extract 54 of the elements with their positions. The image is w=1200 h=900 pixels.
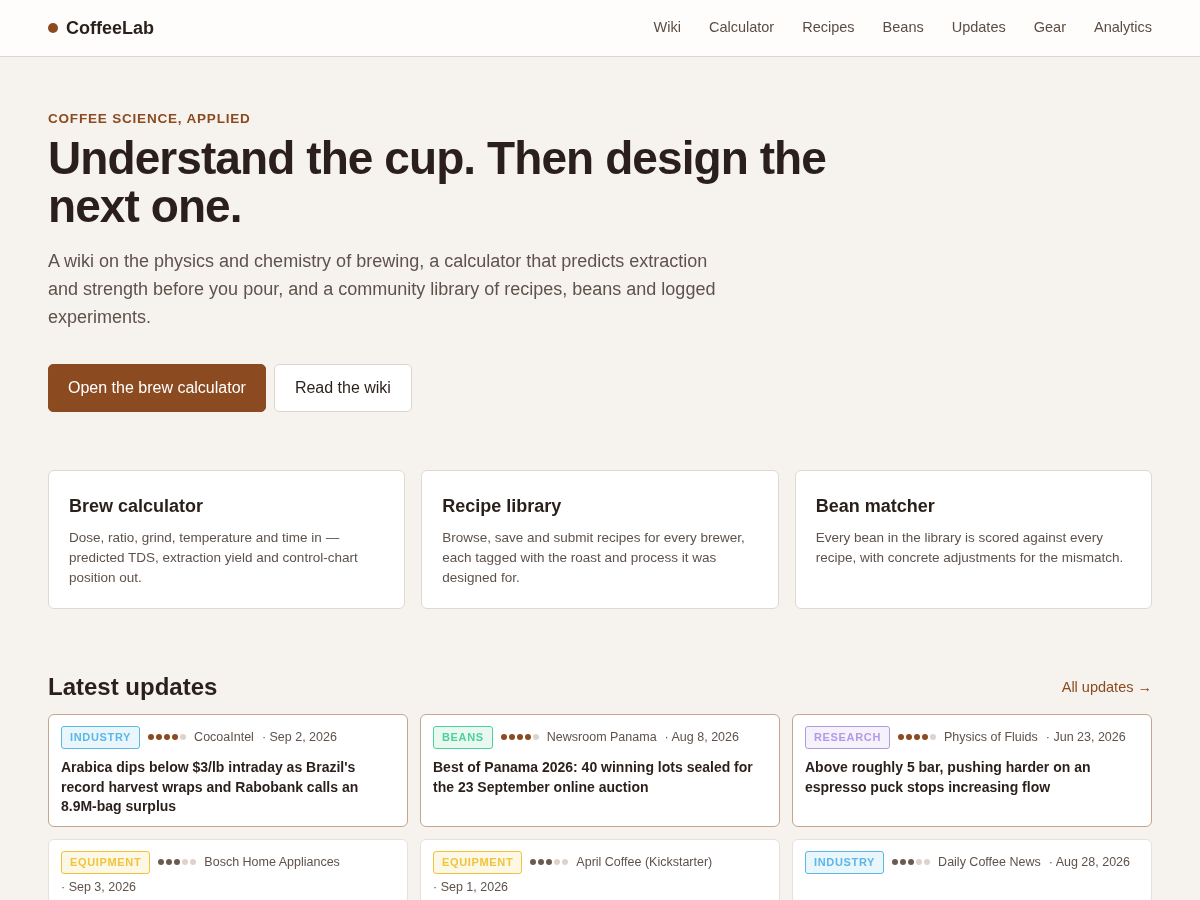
feature-title: Brew calculator (69, 494, 205, 518)
nav-link[interactable]: Beans (882, 17, 924, 39)
update-card[interactable]: RESEARCH Physics of Fluids · Jun 23, 2026 Above roughly 5 bar, pushing harder on an espresso puck stops increasing flow (792, 714, 1152, 828)
update-card[interactable]: INDUSTRY CocoaIntel · Sep 2, 2026 Arabica dips below $3/lb intraday as Brazil's record harvest wraps and Rabobank calls an 8.9M-bag surplus (48, 714, 408, 828)
category-tag: EQUIPMENT (61, 851, 151, 874)
hero-title: Understand the cup. Then design the next one. (48, 135, 827, 230)
hero-lead: A wiki on the physics and chemistry of brewing, a calculator that predicts extraction and strength before you pour, and a community library of recipes, beans and logged experiments. (48, 250, 717, 329)
update-card[interactable]: BEANS Newsroom Panama · Aug 8, 2026 Best of Panama 2026: 40 winning lots sealed for the 23 September online auction (420, 714, 780, 828)
update-card[interactable]: EQUIPMENT April Coffee (Kickstarter) · Sep 1, 2026 (420, 839, 780, 900)
feature-title: Recipe library (442, 494, 563, 518)
update-date: · Sep 1, 2026 (433, 878, 509, 896)
nav-link[interactable]: Analytics (1093, 17, 1152, 39)
rating-dot-icon (930, 734, 936, 741)
update-date: · Aug 28, 2026 (1048, 854, 1131, 872)
source-name: Bosch Home Appliances (204, 854, 340, 872)
rating-dot-icon (922, 734, 928, 741)
calculator-button[interactable]: Open the brew calculator (48, 363, 266, 412)
source-name: April Coffee (Kickstarter) (576, 854, 713, 872)
update-date: · Sep 2, 2026 (261, 729, 337, 747)
feature-text: Browse, save and submit recipes for every brewer, each tagged with the roast and process it was designed for. (442, 528, 746, 588)
category-tag: INDUSTRY (805, 851, 885, 874)
feature-text: Dose, ratio, grind, temperature and time in — predicted TDS, extraction yield and control-chart position out. (69, 528, 359, 588)
feature-text: Every bean in the library is scored against every recipe, with concrete adjustments for the mismatch. (815, 528, 1125, 567)
all-updates-link[interactable]: All updates → (1061, 676, 1152, 699)
category-tag: BEANS (433, 726, 493, 749)
nav-link[interactable]: Recipes (802, 17, 855, 39)
rating-dot-icon (898, 734, 904, 741)
source-name: Newsroom Panama (546, 729, 657, 747)
rating-dot-icon (906, 734, 912, 741)
brand-name[interactable]: CoffeeLab (66, 14, 154, 42)
rating-dot-icon (914, 734, 920, 741)
source-name: Daily Coffee News (938, 854, 1041, 872)
nav-link[interactable]: Wiki (653, 17, 681, 39)
update-card[interactable]: EQUIPMENT Bosch Home Appliances · Sep 3, 2026 (48, 839, 408, 900)
source-name: Physics of Fluids (944, 729, 1038, 747)
update-card[interactable]: INDUSTRY Daily Coffee News · Aug 28, 2026 (792, 839, 1152, 900)
category-tag: EQUIPMENT (433, 851, 523, 874)
update-date: · Sep 3, 2026 (61, 878, 137, 896)
update-headline: Above roughly 5 bar, pushing harder on an espresso puck stops increasing flow (805, 757, 1092, 797)
update-date: · Aug 8, 2026 (664, 729, 739, 747)
logo-dot-icon (48, 23, 58, 33)
hero-eyebrow: COFFEE SCIENCE, APPLIED (48, 110, 252, 128)
nav-link[interactable]: Gear (1033, 17, 1066, 39)
wiki-button[interactable]: Read the wiki (273, 363, 412, 412)
section-title: Latest updates (48, 673, 218, 703)
category-tag: INDUSTRY (61, 726, 141, 749)
update-headline: Arabica dips below $3/lb intraday as Brazil's record harvest wraps and Rabobank calls an 8.9M-bag surplus (61, 757, 360, 817)
update-headline: Best of Panama 2026: 40 winning lots sealed for the 23 September online auction (433, 757, 754, 797)
nav-link[interactable]: Updates (951, 17, 1006, 39)
category-tag: RESEARCH (805, 726, 890, 749)
nav-link[interactable]: Calculator (708, 17, 775, 39)
source-name: CocoaIntel (194, 729, 254, 747)
feature-title: Bean matcher (815, 494, 936, 518)
update-date: · Jun 23, 2026 (1045, 729, 1126, 747)
